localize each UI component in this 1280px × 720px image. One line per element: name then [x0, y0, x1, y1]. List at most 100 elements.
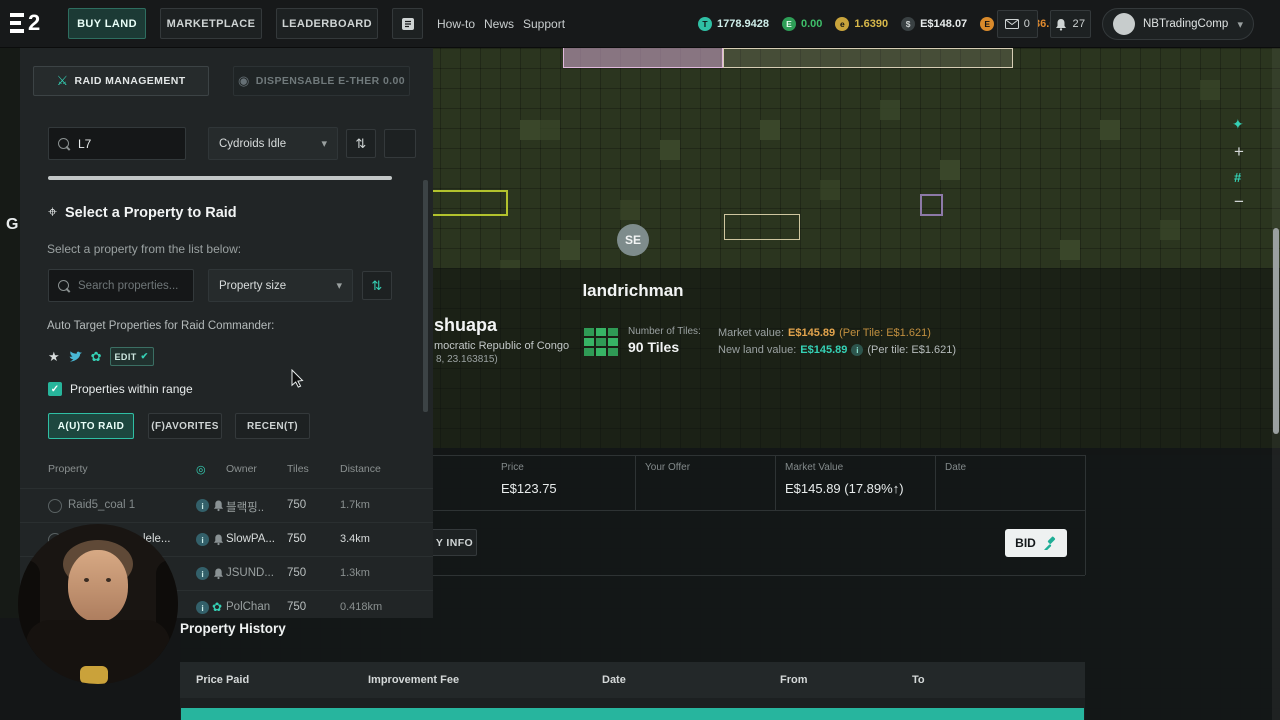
nav-buy-land[interactable]: BUY LAND: [68, 8, 146, 39]
currency-essence[interactable]: E 0.00: [782, 17, 822, 31]
sort-order-button[interactable]: ⇅: [346, 129, 376, 158]
section-subheading: Select a property from the list below:: [47, 242, 242, 256]
market-pertile: (Per Tile: E$1.621): [839, 327, 931, 339]
map-zone-yellow-outline[interactable]: [420, 190, 508, 216]
newland-label: New land value:: [718, 344, 797, 356]
nav-leaderboard[interactable]: LEADERBOARD: [276, 8, 378, 39]
map-tile-highlight: [620, 200, 640, 220]
currency-ether[interactable]: e 1.6390: [835, 17, 888, 31]
cydroid-icon[interactable]: ✦: [1232, 116, 1244, 133]
flower-icon[interactable]: ✿: [212, 600, 222, 614]
notifications-button[interactable]: 27: [1050, 10, 1091, 38]
raid-management-button[interactable]: ⚔ RAID MANAGEMENT: [33, 66, 209, 96]
bid-market-label: Market Value: [785, 462, 844, 473]
info-icon[interactable]: i: [196, 601, 209, 614]
map-tile-highlight: [540, 120, 560, 140]
bid-button[interactable]: BID: [1005, 529, 1067, 557]
mail-button[interactable]: 0: [997, 10, 1038, 38]
bid-date-label: Date: [945, 462, 967, 473]
map-zone-tan[interactable]: [723, 48, 1013, 68]
essence-icon: E: [782, 17, 796, 31]
nav-marketplace[interactable]: MARKETPLACE: [160, 8, 262, 39]
currency-edollars[interactable]: $ E$148.07: [901, 17, 967, 31]
owner-cell: 블랙핑..: [226, 502, 265, 514]
property-search-field[interactable]: [48, 269, 194, 302]
bid-price-label: Price: [501, 462, 524, 473]
bell-icon[interactable]: [213, 567, 224, 580]
notification-count: 27: [1072, 18, 1086, 30]
market-value-label: Market value:: [718, 327, 785, 339]
property-size-dropdown[interactable]: Property size ▾: [208, 269, 353, 302]
news-feed-button[interactable]: [392, 8, 423, 39]
bid-price-value: E$123.75: [501, 481, 557, 496]
radio-button[interactable]: [48, 499, 62, 513]
tab-auto-raid[interactable]: A(U)TO RAID: [48, 413, 134, 439]
market-value: E$145.89: [788, 327, 836, 339]
bell-icon[interactable]: [213, 533, 224, 546]
history-row-highlight[interactable]: [181, 708, 1084, 720]
map-zone-purple-outline[interactable]: [920, 194, 943, 216]
star-icon[interactable]: ★: [48, 349, 60, 365]
col-distance: Distance: [340, 463, 381, 475]
tab-favorites[interactable]: (F)AVORITES: [148, 413, 222, 439]
dispensable-ether-button[interactable]: ◉ DISPENSABLE E-THER 0.00: [233, 66, 410, 96]
cydroid-search-input[interactable]: [76, 135, 176, 152]
tiles-label: Number of Tiles:: [628, 326, 701, 337]
divider: [393, 510, 1085, 511]
link-news[interactable]: News: [484, 17, 514, 31]
horizontal-scrollbar[interactable]: [48, 176, 392, 180]
user-menu[interactable]: NBTradingComp... ▾: [1102, 8, 1254, 40]
bid-market-value: E$145.89 (17.89%↑): [785, 481, 904, 496]
auto-target-icons-row: ★ ✿ EDIT ✔: [48, 347, 154, 366]
map-tile-highlight: [880, 100, 900, 120]
zoom-in-button[interactable]: +: [1234, 142, 1244, 162]
grid-toggle-button[interactable]: #: [1234, 170, 1241, 185]
shirt-logo: [80, 666, 108, 684]
info-icon[interactable]: i: [196, 499, 209, 512]
sort-filter-button[interactable]: [384, 129, 416, 158]
distance-cell: 3.4km: [340, 533, 370, 545]
property-sort-button[interactable]: ⇅: [362, 271, 392, 300]
owner-cell: JSUND...: [226, 567, 274, 579]
bird-icon[interactable]: [68, 350, 83, 363]
history-header-row: Price Paid Improvement Fee Date From To: [180, 662, 1085, 698]
person-face: [68, 550, 128, 622]
edit-button[interactable]: EDIT ✔: [109, 347, 154, 366]
cydroid-filter-dropdown[interactable]: Cydroids Idle ▾: [208, 127, 338, 160]
property-info-button[interactable]: Y INFO: [433, 529, 477, 556]
link-support[interactable]: Support: [523, 17, 565, 31]
tab-recent[interactable]: RECEN(T): [235, 413, 310, 439]
link-how-to[interactable]: How-to: [437, 17, 475, 31]
history-header-price: Price Paid: [196, 674, 250, 686]
sidebar-scrollbar[interactable]: [423, 180, 428, 412]
info-icon[interactable]: i: [196, 533, 209, 546]
e2-logo[interactable]: 2: [10, 10, 40, 36]
globe-icon[interactable]: ◎: [196, 463, 206, 476]
divider: [393, 575, 1085, 576]
divider: [935, 455, 936, 510]
owner-cell: PolChan: [226, 601, 271, 613]
app-window: SE landrichman shuapa mocratic Republic …: [0, 0, 1280, 720]
page-scrollbar-thumb[interactable]: [1273, 228, 1279, 434]
divider: [393, 455, 1085, 456]
ether-coin-icon: ◉: [238, 73, 250, 88]
property-row[interactable]: Raid5_coal 1 i 블랙핑.. 750 1.7km: [20, 488, 433, 523]
map-zone-tan-outline[interactable]: [724, 214, 800, 240]
property-search-input[interactable]: [76, 278, 184, 293]
flower-icon[interactable]: ✿: [91, 349, 102, 365]
person-eye: [106, 578, 111, 582]
cydroid-search-field[interactable]: [48, 127, 186, 160]
raid-icon: ⚔: [56, 73, 69, 88]
property-owner-name: landrichman: [582, 281, 684, 300]
seller-avatar[interactable]: SE: [617, 224, 649, 256]
seller-initials: SE: [624, 233, 641, 247]
col-property: Property: [48, 463, 88, 475]
info-icon[interactable]: i: [196, 567, 209, 580]
checkbox-checked[interactable]: ✓: [48, 382, 62, 396]
zoom-out-button[interactable]: −: [1234, 192, 1244, 212]
map-tile-highlight: [1160, 220, 1180, 240]
range-checkbox-row: ✓ Properties within range: [48, 382, 193, 396]
bell-icon[interactable]: [213, 499, 224, 512]
info-icon[interactable]: i: [851, 344, 864, 356]
currency-tokens[interactable]: T 1778.9428: [698, 17, 769, 31]
